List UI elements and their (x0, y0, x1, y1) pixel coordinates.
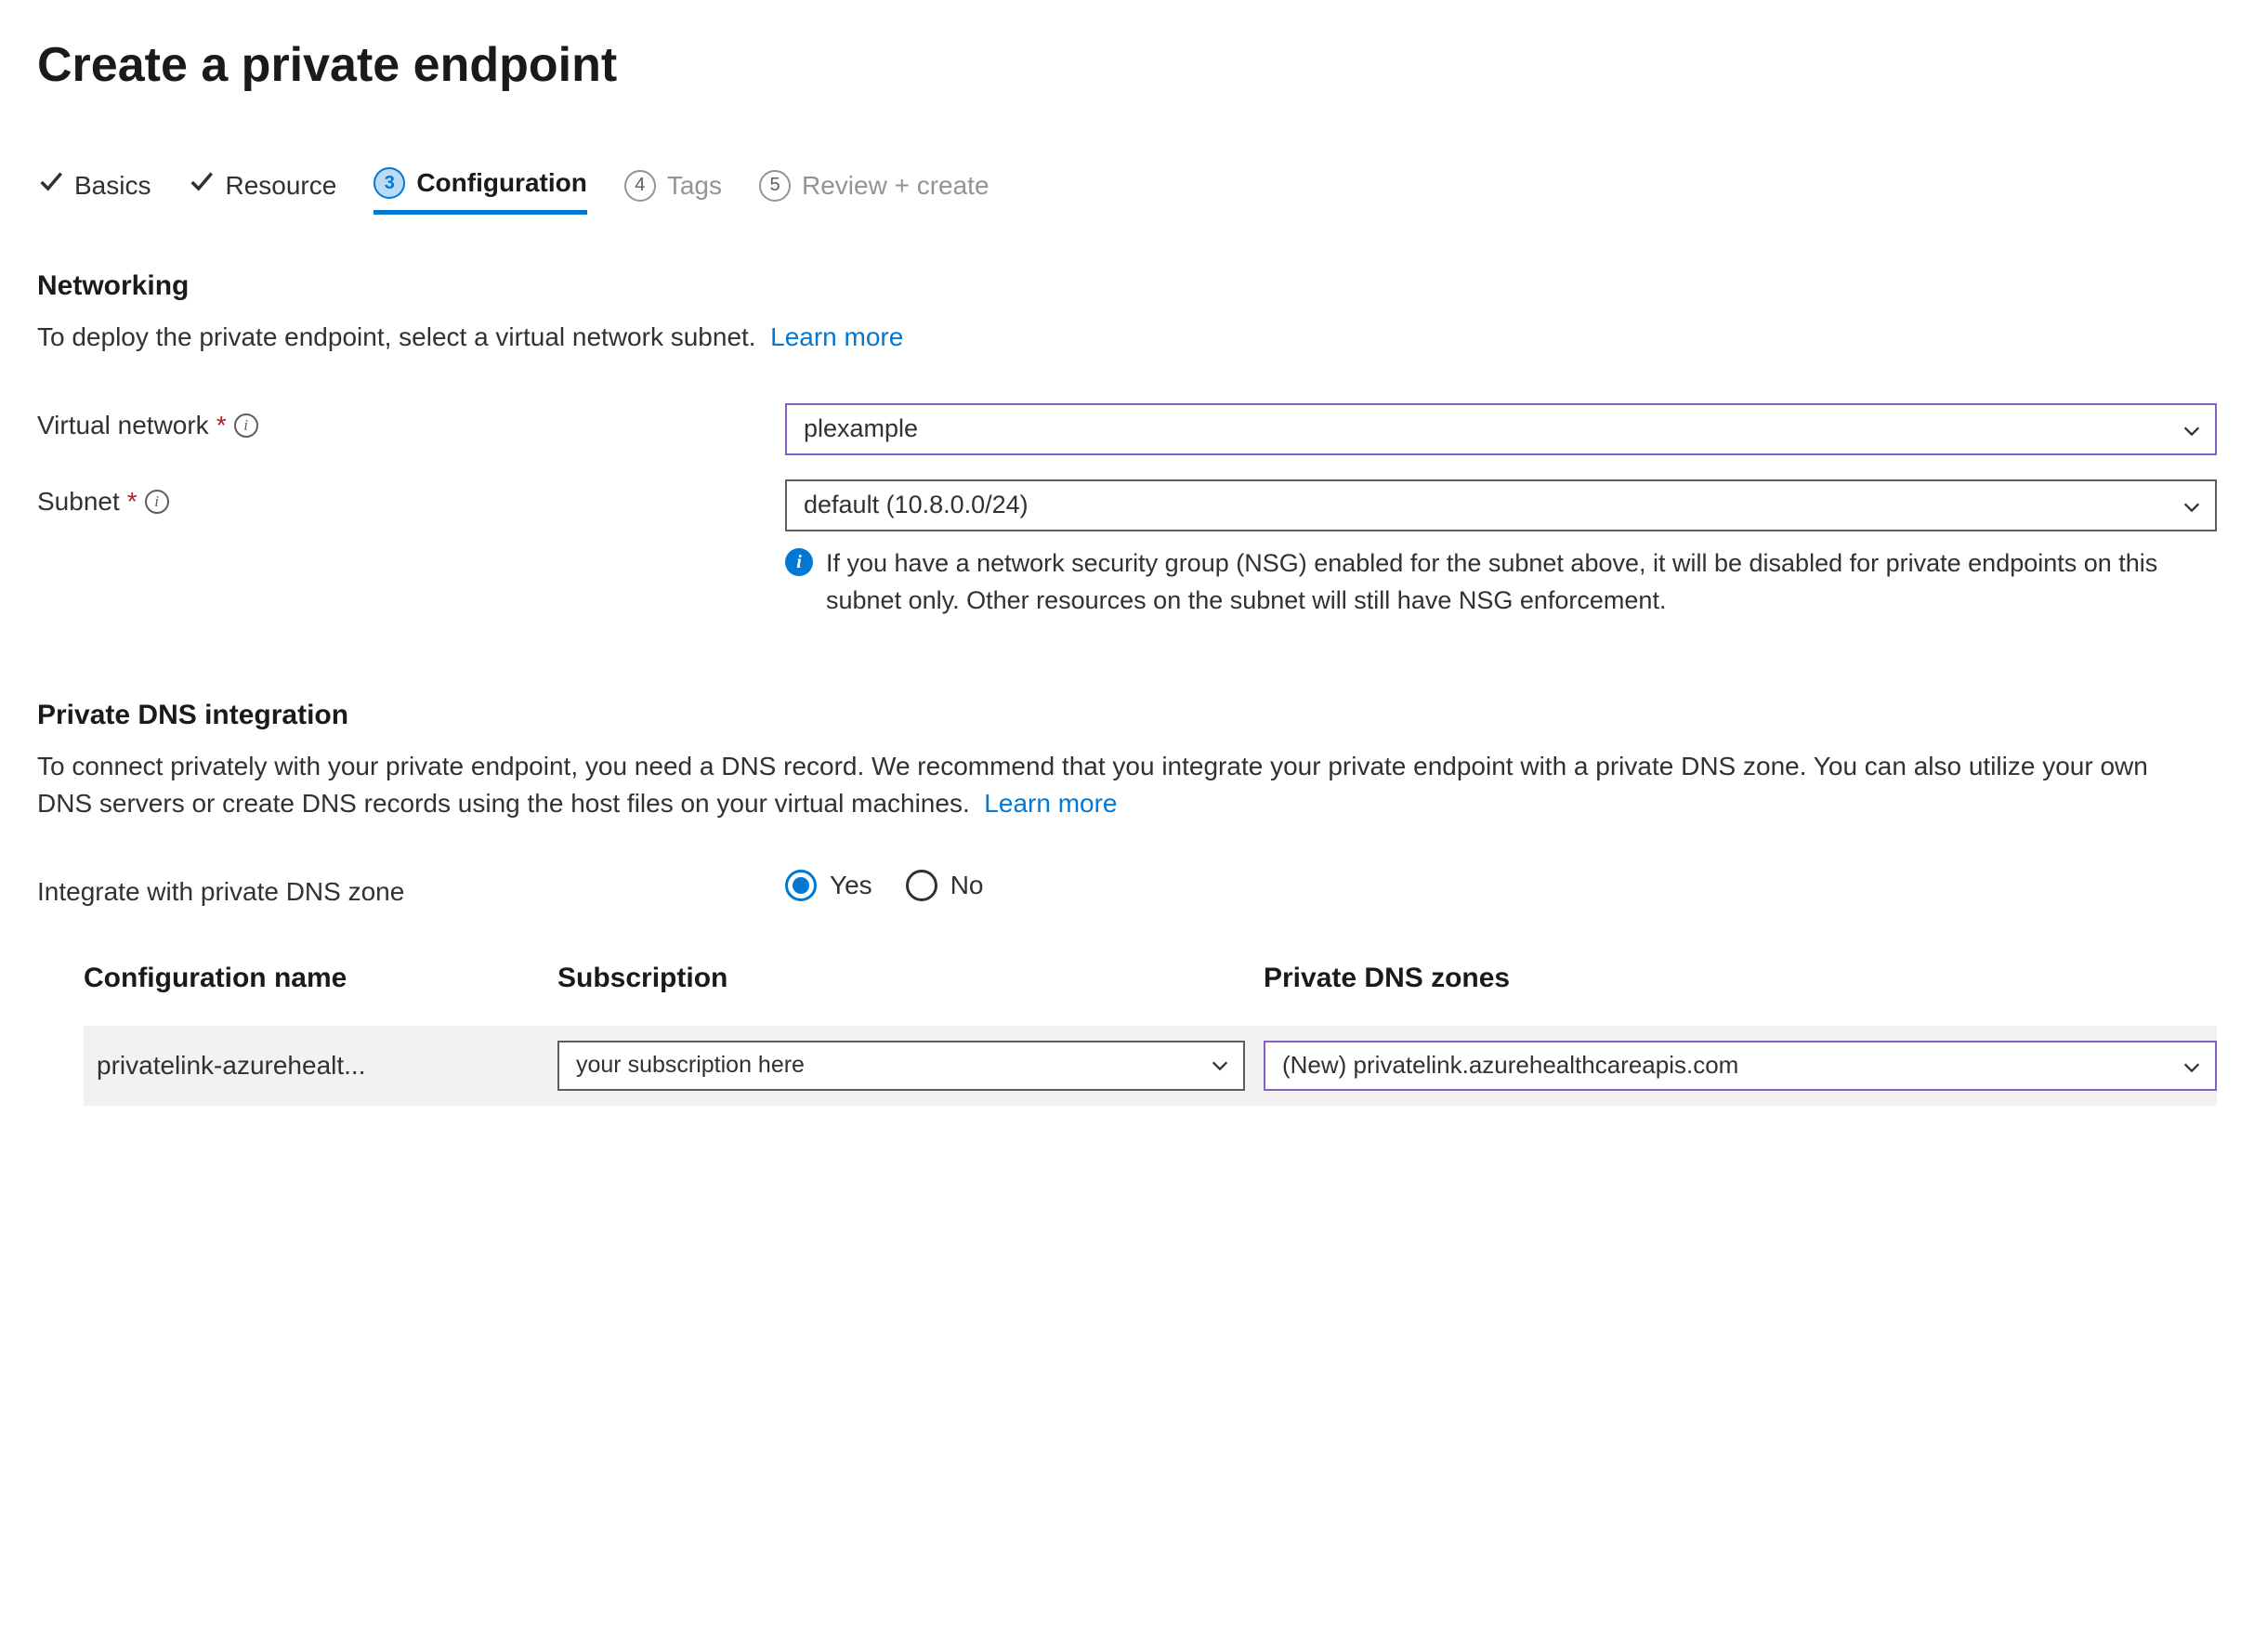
step-number: 5 (759, 170, 791, 202)
radio-button-icon (906, 870, 937, 901)
chevron-down-icon (1210, 1055, 1230, 1076)
subnet-label: Subnet * i (37, 479, 785, 517)
dns-zone-select[interactable]: (New) privatelink.azurehealthcareapis.co… (1264, 1041, 2217, 1091)
vnet-select[interactable]: plexample (785, 403, 2217, 455)
radio-yes[interactable]: Yes (785, 870, 872, 901)
chevron-down-icon (2182, 495, 2202, 516)
tab-label: Tags (667, 171, 722, 201)
vnet-label-text: Virtual network (37, 411, 209, 440)
tab-configuration[interactable]: 3 Configuration (373, 167, 587, 215)
subnet-row: Subnet * i default (10.8.0.0/24) i If yo… (37, 479, 2217, 620)
required-asterisk: * (127, 487, 138, 517)
check-icon (37, 169, 63, 202)
required-asterisk: * (216, 411, 227, 440)
radio-yes-label: Yes (830, 871, 872, 900)
vnet-row: Virtual network * i plexample (37, 403, 2217, 455)
info-icon[interactable]: i (234, 413, 258, 438)
integrate-row: Integrate with private DNS zone Yes No (37, 870, 2217, 907)
page-title: Create a private endpoint (37, 37, 2217, 93)
col-private-dns-zones: Private DNS zones (1264, 963, 2217, 994)
learn-more-link[interactable]: Learn more (770, 322, 903, 351)
table-header-row: Configuration name Subscription Private … (84, 963, 2217, 994)
dns-heading: Private DNS integration (37, 700, 2217, 731)
integrate-label: Integrate with private DNS zone (37, 870, 785, 907)
chevron-down-icon (2182, 419, 2202, 439)
tab-review-create[interactable]: 5 Review + create (759, 170, 989, 213)
radio-no[interactable]: No (906, 870, 984, 901)
step-number: 3 (373, 167, 405, 199)
tab-label: Configuration (416, 168, 587, 198)
networking-desc: To deploy the private endpoint, select a… (37, 319, 2174, 357)
subnet-select[interactable]: default (10.8.0.0/24) (785, 479, 2217, 531)
info-icon: i (785, 548, 813, 576)
radio-no-label: No (950, 871, 984, 900)
radio-button-icon (785, 870, 817, 901)
tab-basics[interactable]: Basics (37, 169, 151, 213)
learn-more-link[interactable]: Learn more (984, 789, 1117, 818)
networking-heading: Networking (37, 270, 2217, 302)
dns-desc: To connect privately with your private e… (37, 748, 2174, 823)
tabs-wizard: Basics Resource 3 Configuration 4 Tags 5… (37, 167, 2217, 215)
col-config-name: Configuration name (84, 963, 539, 994)
table-row: privatelink-azurehealt... your subscript… (84, 1026, 2217, 1106)
subscription-select[interactable]: your subscription here (557, 1041, 1245, 1091)
col-subscription: Subscription (557, 963, 1245, 994)
chevron-down-icon (2182, 1055, 2202, 1076)
nsg-info-callout: i If you have a network security group (… (785, 544, 2207, 620)
tab-label: Resource (225, 171, 336, 201)
vnet-value: plexample (804, 414, 918, 443)
vnet-label: Virtual network * i (37, 403, 785, 440)
info-icon[interactable]: i (145, 490, 169, 514)
check-icon (188, 169, 214, 202)
nsg-note-text: If you have a network security group (NS… (826, 544, 2207, 620)
subnet-value: default (10.8.0.0/24) (804, 491, 1029, 519)
dns-config-table: Configuration name Subscription Private … (37, 963, 2217, 1106)
tab-resource[interactable]: Resource (188, 169, 336, 213)
subnet-label-text: Subnet (37, 487, 120, 517)
subscription-value: your subscription here (576, 1052, 805, 1079)
networking-desc-text: To deploy the private endpoint, select a… (37, 322, 756, 351)
tab-label: Review + create (802, 171, 989, 201)
tab-label: Basics (74, 171, 151, 201)
integrate-radio-group: Yes No (785, 870, 2217, 901)
tab-tags[interactable]: 4 Tags (624, 170, 722, 213)
config-name-cell: privatelink-azurehealt... (84, 1051, 539, 1081)
step-number: 4 (624, 170, 656, 202)
dns-zone-value: (New) privatelink.azurehealthcareapis.co… (1282, 1051, 1738, 1080)
integrate-label-text: Integrate with private DNS zone (37, 877, 404, 907)
